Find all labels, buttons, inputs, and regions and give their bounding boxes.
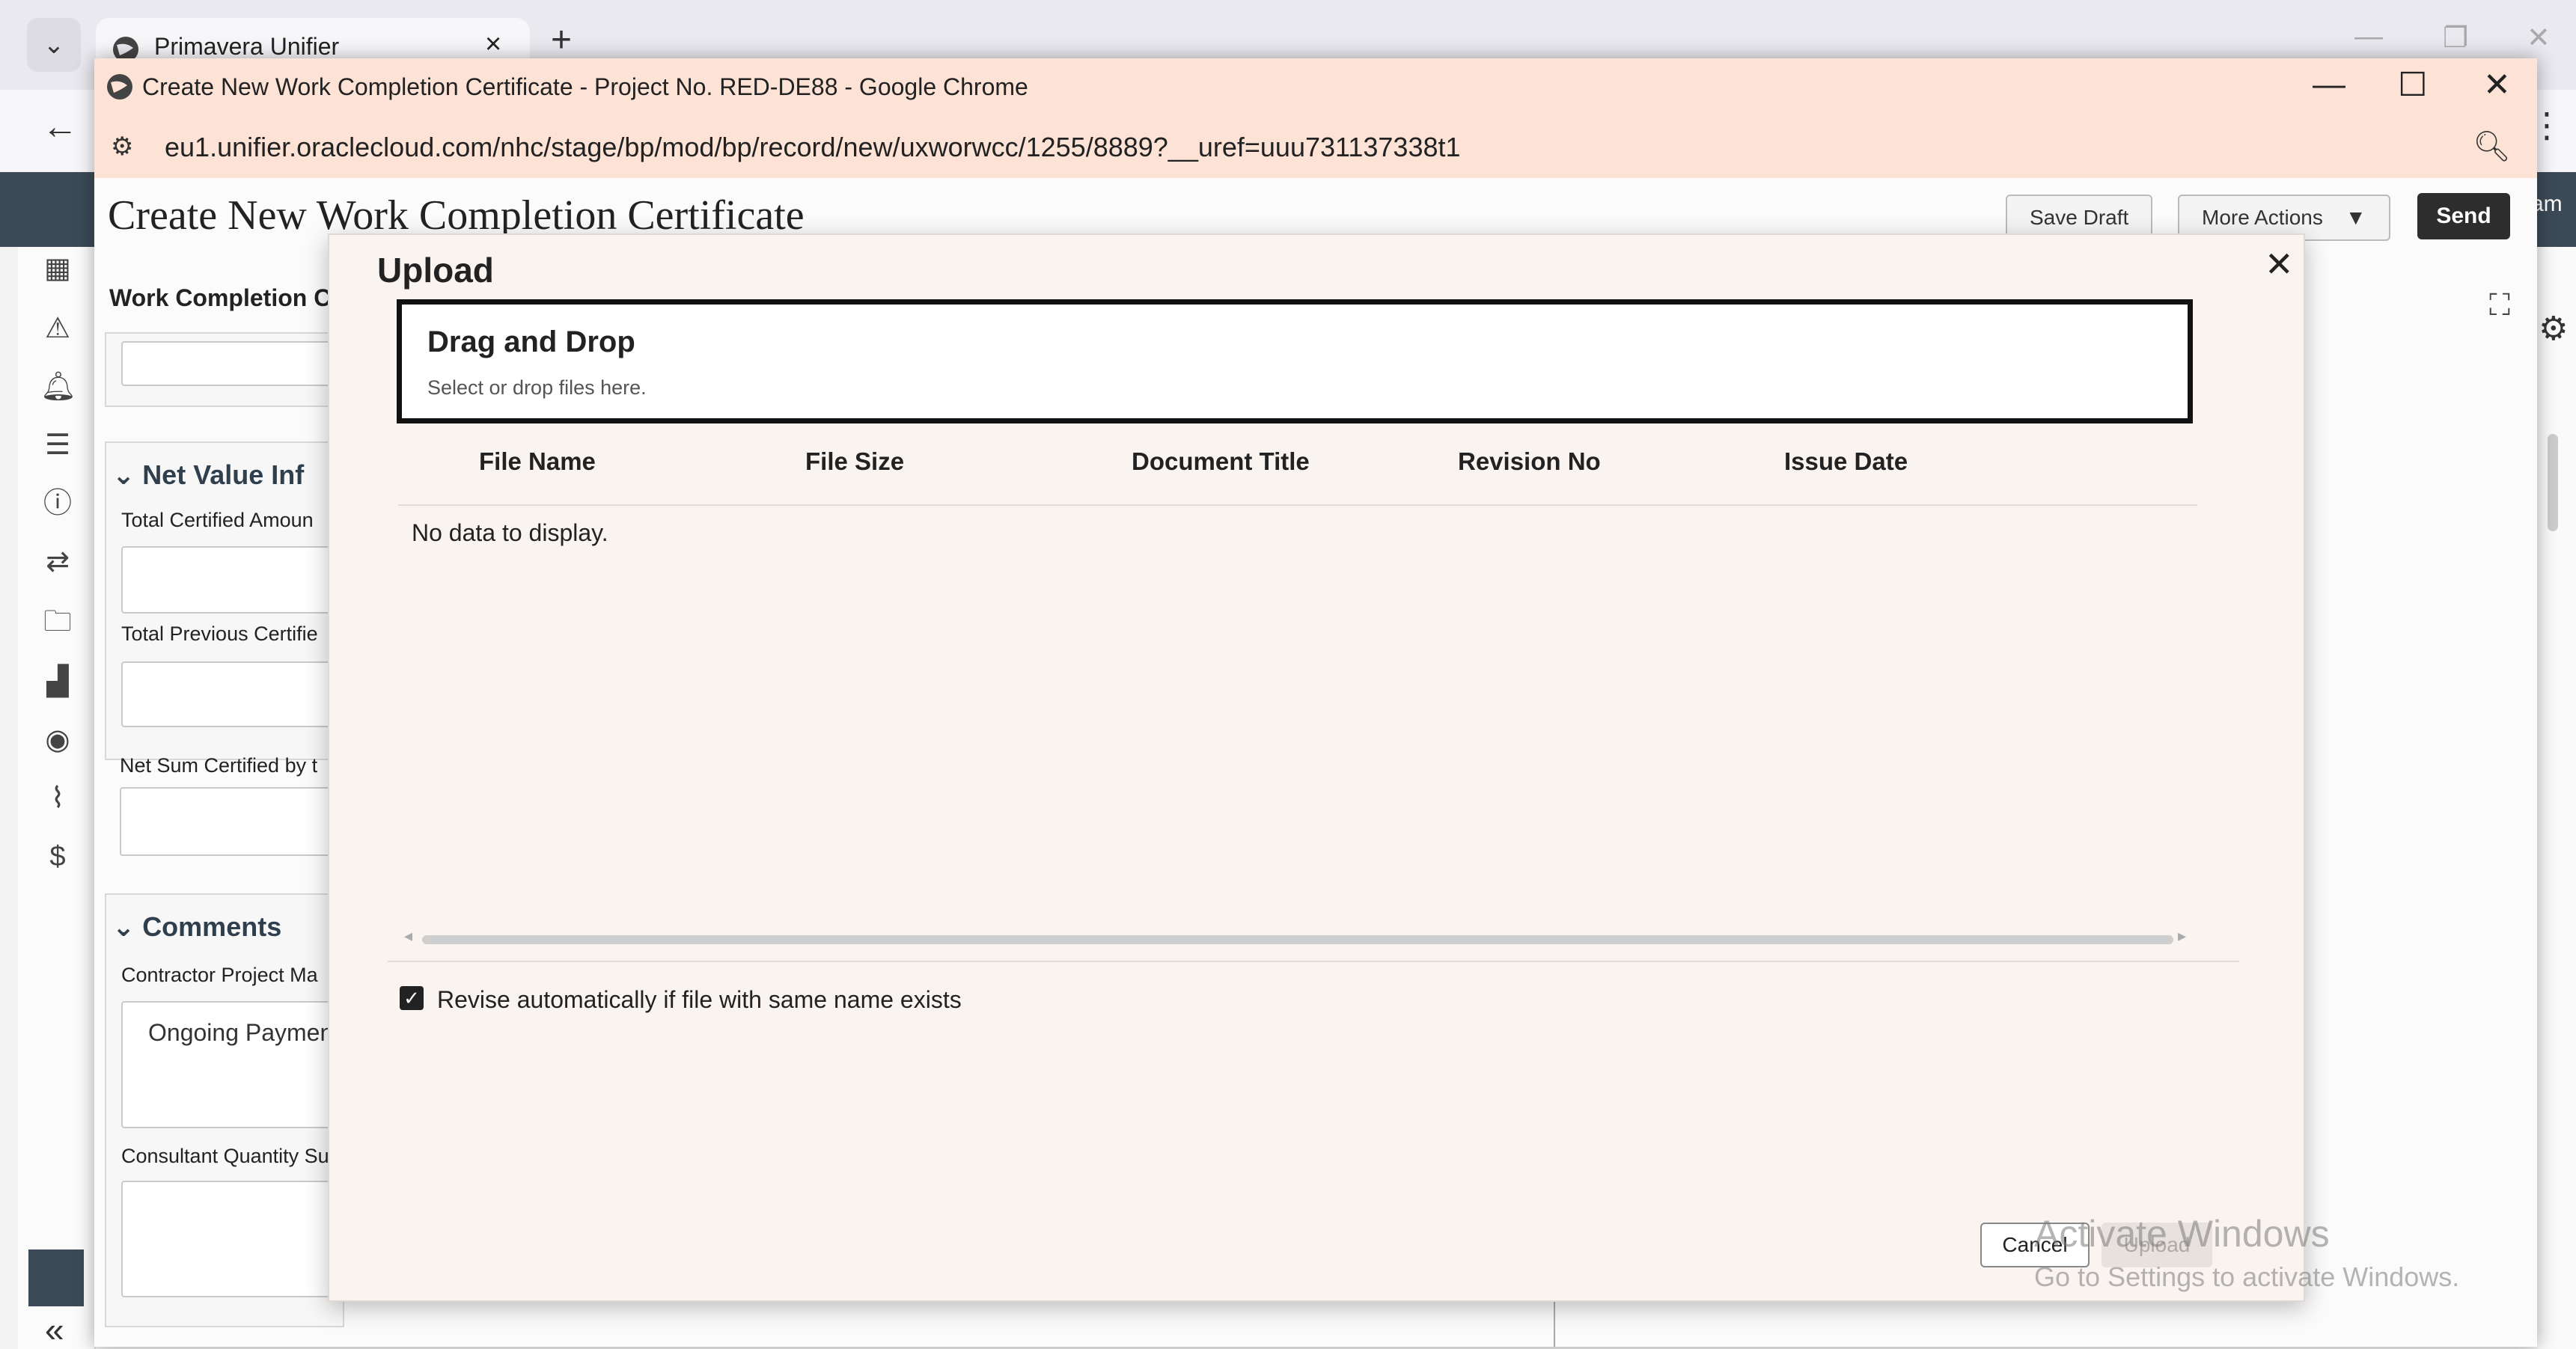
revise-checkbox-label: Revise automatically if file with same n… — [437, 986, 962, 1013]
dialog-title: Upload — [377, 251, 494, 290]
tab-title: Primavera Unifier — [154, 33, 340, 60]
table-header-divider — [398, 504, 2197, 506]
scroll-left-icon[interactable]: ◂ — [404, 926, 412, 946]
total-previous-field[interactable] — [121, 661, 346, 727]
column-revision-no[interactable]: Revision No — [1458, 447, 1601, 476]
page-title: Create New Work Completion Certificate — [108, 192, 805, 239]
scrollbar-thumb[interactable] — [2548, 434, 2558, 531]
contractor-pm-value: Ongoing Paymen — [148, 1019, 334, 1046]
tab-work-completion[interactable]: Work Completion Ce — [109, 284, 344, 312]
more-actions-label: More Actions — [2202, 206, 2323, 229]
comments-section: ⌄ Comments Contractor Project Ma Ongoing… — [105, 893, 346, 1327]
address-bar: ⚙ eu1.unifier.oraclecloud.com/nhc/stage/… — [94, 115, 2537, 178]
fullscreen-icon[interactable]: ⛶ — [2489, 289, 2510, 322]
empty-table-message: No data to display. — [412, 519, 608, 546]
comments-title[interactable]: ⌄ Comments — [112, 911, 281, 943]
horizontal-scrollbar[interactable]: ◂ ▸ — [404, 926, 2186, 946]
popup-title-bar: Create New Work Completion Certificate -… — [94, 58, 2537, 115]
activate-windows-hint: Go to Settings to activate Windows. — [2034, 1261, 2460, 1292]
dashboard-icon[interactable]: ▦ — [40, 251, 75, 286]
net-sum-field[interactable] — [120, 787, 344, 856]
chevron-down-icon: ⌄ — [112, 459, 135, 490]
tab-search-dropdown-icon[interactable]: ⌄ — [27, 18, 81, 72]
close-icon[interactable]: ✕ — [2527, 21, 2551, 55]
scrollbar-thumb[interactable] — [422, 935, 2173, 944]
activate-windows-watermark: Activate Windows — [2034, 1213, 2330, 1255]
close-icon[interactable]: ✕ — [2265, 244, 2294, 284]
contractor-pm-field[interactable]: Ongoing Paymen — [121, 1001, 346, 1128]
bell-icon[interactable]: 🔔︎ — [40, 370, 76, 404]
comments-title-text: Comments — [142, 911, 282, 942]
dropzone-title: Drag and Drop — [427, 325, 635, 358]
send-button[interactable]: Send — [2417, 193, 2510, 239]
dollar-icon[interactable]: $ — [40, 839, 75, 874]
report-chart-icon[interactable]: ⌇ — [40, 781, 75, 816]
globe-icon — [107, 74, 132, 100]
contractor-pm-label: Contractor Project Ma — [121, 964, 318, 986]
zoom-icon[interactable]: 🔍︎ — [2473, 129, 2511, 164]
nav-active-indicator — [28, 1249, 84, 1306]
new-tab-icon[interactable]: + — [551, 19, 572, 61]
revise-checkbox[interactable]: ✓ — [400, 986, 424, 1010]
popup-window-title: Create New Work Completion Certificate -… — [142, 73, 1028, 100]
total-certified-label: Total Certified Amoun — [121, 509, 314, 531]
dropzone-subtitle: Select or drop files here. — [427, 376, 647, 399]
total-certified-field[interactable] — [121, 546, 346, 614]
upload-dialog: Upload ✕ Drag and Drop Select or drop fi… — [328, 233, 2305, 1302]
top-field-pane — [105, 332, 346, 407]
net-sum-label: Net Sum Certified by t — [120, 754, 318, 777]
maximize-icon[interactable]: ☐ — [2398, 66, 2427, 104]
column-file-size[interactable]: File Size — [805, 447, 904, 476]
hierarchy-icon[interactable]: ▟ — [40, 664, 75, 699]
net-value-section: ⌄ Net Value Inf Total Certified Amoun To… — [105, 441, 346, 760]
warning-icon[interactable]: ⚠ — [40, 311, 75, 346]
gear-icon[interactable]: ⚙ — [2539, 310, 2568, 348]
net-value-title[interactable]: ⌄ Net Value Inf — [112, 459, 304, 491]
top-field[interactable] — [121, 341, 346, 386]
chevron-down-icon: ⌄ — [112, 911, 135, 942]
net-value-title-text: Net Value Inf — [142, 459, 305, 490]
back-right-strip: ⚙ — [2537, 247, 2576, 1349]
unifier-left-nav: ▦ ⚠ 🔔︎ ☰ ⓘ ⇄ 🗀 ▟ ◉ ⌇ $ « — [18, 247, 96, 1349]
divider — [388, 961, 2239, 962]
site-info-icon[interactable]: ⚙ — [111, 132, 133, 162]
column-issue-date[interactable]: Issue Date — [1784, 447, 1908, 476]
restore-icon[interactable]: ❐ — [2443, 21, 2468, 55]
minimize-icon[interactable]: — — [2354, 21, 2383, 53]
scroll-right-icon[interactable]: ▸ — [2178, 926, 2186, 946]
column-document-title[interactable]: Document Title — [1132, 447, 1310, 476]
tasks-list-icon[interactable]: ☰ — [40, 428, 75, 462]
transfer-icon[interactable]: ⇄ — [40, 545, 75, 579]
drag-and-drop-zone[interactable]: Drag and Drop Select or drop files here. — [397, 299, 2193, 423]
back-arrow-icon[interactable]: ← — [42, 106, 78, 147]
chevron-down-icon: ▼ — [2345, 206, 2366, 229]
tab-close-icon[interactable]: × — [485, 28, 501, 61]
info-icon[interactable]: ⓘ — [40, 486, 75, 521]
column-file-name[interactable]: File Name — [479, 447, 596, 476]
minimize-icon[interactable]: — — [2313, 66, 2345, 103]
timer-icon[interactable]: ◉ — [40, 723, 75, 757]
close-icon[interactable]: ✕ — [2483, 66, 2511, 104]
folder-icon[interactable]: 🗀 — [40, 605, 75, 639]
url-field[interactable]: eu1.unifier.oraclecloud.com/nhc/stage/bp… — [165, 132, 1461, 163]
total-previous-label: Total Previous Certifie — [121, 623, 318, 645]
collapse-nav-icon[interactable]: « — [45, 1309, 64, 1349]
consultant-qs-label: Consultant Quantity Su — [121, 1145, 329, 1167]
consultant-qs-field[interactable] — [121, 1181, 346, 1297]
